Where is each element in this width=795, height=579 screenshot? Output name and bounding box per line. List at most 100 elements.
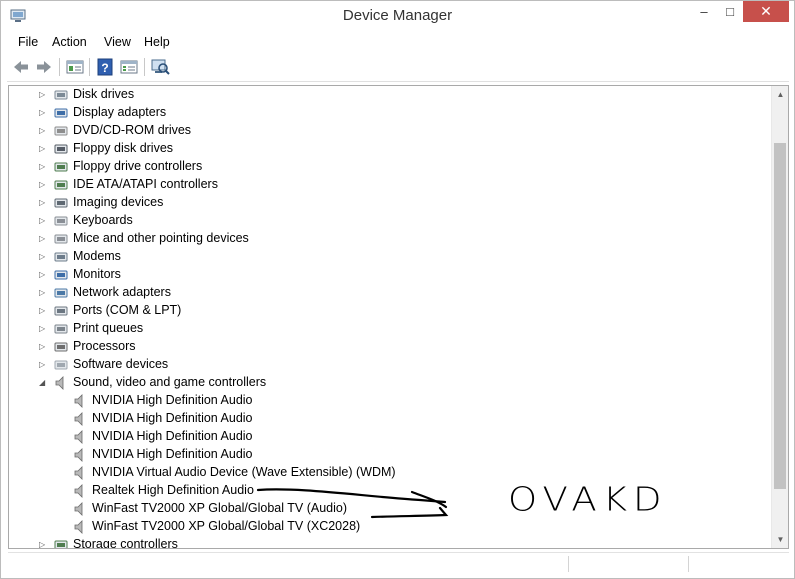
scroll-down-arrow-icon[interactable]: ▼ — [772, 531, 788, 548]
expand-arrow-icon[interactable]: ▷ — [39, 540, 47, 548]
toolbar-separator — [59, 58, 60, 76]
tree-item-label: NVIDIA High Definition Audio — [92, 411, 253, 425]
tree-category-row[interactable]: ▷ Mice and other pointing devices — [9, 230, 769, 248]
tree-item-label: NVIDIA High Definition Audio — [92, 393, 253, 407]
tree-category-row[interactable]: ▷ Network adapters — [9, 284, 769, 302]
tree-category-row[interactable]: ▷ Ports (COM & LPT) — [9, 302, 769, 320]
expand-arrow-icon[interactable]: ▷ — [39, 288, 47, 297]
svg-text:?: ? — [101, 61, 108, 75]
processor-icon — [53, 339, 69, 355]
tree-item-label: WinFast TV2000 XP Global/Global TV (Audi… — [92, 501, 347, 515]
expand-arrow-icon[interactable]: ▷ — [39, 252, 47, 261]
tree-item-label: Floppy drive controllers — [73, 159, 203, 173]
tree-category-row[interactable]: ▷ Disk drives — [9, 86, 769, 104]
menu-action[interactable]: Action — [52, 35, 87, 49]
speaker-icon — [72, 411, 88, 427]
tree-device-row[interactable]: Realtek High Definition Audio — [9, 482, 769, 500]
network-adapter-icon — [53, 285, 69, 301]
minimize-button[interactable]: – — [691, 1, 717, 22]
expand-arrow-icon[interactable]: ▷ — [39, 234, 47, 243]
port-icon — [53, 303, 69, 319]
collapse-arrow-icon[interactable]: ◢ — [39, 378, 47, 387]
expand-arrow-icon[interactable]: ▷ — [39, 126, 47, 135]
tree-item-label: IDE ATA/ATAPI controllers — [73, 177, 218, 191]
scroll-thumb[interactable] — [774, 143, 786, 489]
printer-icon — [53, 321, 69, 337]
tree-item-label: DVD/CD-ROM drives — [73, 123, 192, 137]
menu-view[interactable]: View — [104, 35, 131, 49]
window-title: Device Manager — [342, 7, 453, 24]
tree-category-row[interactable]: ▷ Print queues — [9, 320, 769, 338]
back-icon[interactable] — [11, 57, 31, 77]
console-tree-icon[interactable] — [65, 57, 85, 77]
display-adapter-icon — [53, 105, 69, 121]
tree-category-row[interactable]: ▷ Processors — [9, 338, 769, 356]
properties-icon[interactable] — [119, 57, 139, 77]
vertical-scrollbar[interactable]: ▲ ▼ — [771, 86, 788, 548]
tree-device-row[interactable]: NVIDIA High Definition Audio — [9, 410, 769, 428]
software-device-icon — [53, 357, 69, 373]
menu-help[interactable]: Help — [144, 35, 170, 49]
expand-arrow-icon[interactable]: ▷ — [39, 162, 47, 171]
tree-item-label: Monitors — [73, 267, 121, 281]
tree-item-label: Ports (COM & LPT) — [73, 303, 182, 317]
toolbar-separator — [89, 58, 90, 76]
tree-category-row[interactable]: ▷ Software devices — [9, 356, 769, 374]
expand-arrow-icon[interactable]: ▷ — [39, 216, 47, 225]
storage-controller-icon — [53, 537, 69, 548]
tree-category-row[interactable]: ▷ Floppy drive controllers — [9, 158, 769, 176]
expand-arrow-icon[interactable]: ▷ — [39, 90, 47, 99]
keyboard-icon — [53, 213, 69, 229]
toolbar: ? — [7, 54, 789, 82]
tree-category-row[interactable]: ▷ DVD/CD-ROM drives — [9, 122, 769, 140]
tree-category-row[interactable]: ▷ IDE ATA/ATAPI controllers — [9, 176, 769, 194]
tree-device-row[interactable]: NVIDIA High Definition Audio — [9, 428, 769, 446]
tree-device-row[interactable]: NVIDIA High Definition Audio — [9, 446, 769, 464]
speaker-icon — [72, 501, 88, 517]
scan-hardware-icon[interactable] — [150, 57, 170, 77]
tree-device-row[interactable]: NVIDIA High Definition Audio — [9, 392, 769, 410]
status-cell — [568, 556, 569, 572]
tree-item-label: Disk drives — [73, 87, 135, 101]
monitor-icon — [53, 267, 69, 283]
tree-device-row[interactable]: NVIDIA Virtual Audio Device (Wave Extens… — [9, 464, 769, 482]
expand-arrow-icon[interactable]: ▷ — [39, 360, 47, 369]
toolbar-separator — [144, 58, 145, 76]
title-bar[interactable]: Device Manager – □ ✕ — [1, 1, 794, 32]
dvd-drive-icon — [53, 123, 69, 139]
tree-category-row[interactable]: ▷ Modems — [9, 248, 769, 266]
expand-arrow-icon[interactable]: ▷ — [39, 180, 47, 189]
scroll-up-arrow-icon[interactable]: ▲ — [772, 86, 788, 103]
tree-item-label: WinFast TV2000 XP Global/Global TV (XC20… — [92, 519, 361, 533]
maximize-button[interactable]: □ — [717, 1, 743, 22]
expand-arrow-icon[interactable]: ▷ — [39, 342, 47, 351]
help-icon[interactable]: ? — [95, 57, 115, 77]
forward-icon[interactable] — [34, 57, 54, 77]
speaker-icon — [72, 465, 88, 481]
camera-icon — [53, 195, 69, 211]
tree-item-label: Mice and other pointing devices — [73, 231, 249, 245]
expand-arrow-icon[interactable]: ▷ — [39, 270, 47, 279]
tree-category-row[interactable]: ▷ Imaging devices — [9, 194, 769, 212]
expand-arrow-icon[interactable]: ▷ — [39, 306, 47, 315]
tree-category-row[interactable]: ▷ Display adapters — [9, 104, 769, 122]
tree-category-row[interactable]: ▷ Storage controllers — [9, 536, 769, 549]
tree-category-row[interactable]: ◢ Sound, video and game controllers — [9, 374, 769, 392]
expand-arrow-icon[interactable]: ▷ — [39, 198, 47, 207]
tree-device-row[interactable]: WinFast TV2000 XP Global/Global TV (Audi… — [9, 500, 769, 518]
expand-arrow-icon[interactable]: ▷ — [39, 108, 47, 117]
close-button[interactable]: ✕ — [743, 1, 789, 22]
expand-arrow-icon[interactable]: ▷ — [39, 144, 47, 153]
tree-item-label: Display adapters — [73, 105, 167, 119]
tree-item-label: Storage controllers — [73, 537, 178, 549]
tree-item-label: Sound, video and game controllers — [73, 375, 267, 389]
tree-item-label: Print queues — [73, 321, 144, 335]
tree-category-row[interactable]: ▷ Monitors — [9, 266, 769, 284]
tree-category-row[interactable]: ▷ Floppy disk drives — [9, 140, 769, 158]
tree-category-row[interactable]: ▷ Keyboards — [9, 212, 769, 230]
tree-item-label: NVIDIA High Definition Audio — [92, 447, 253, 461]
tree-device-row[interactable]: WinFast TV2000 XP Global/Global TV (XC20… — [9, 518, 769, 536]
expand-arrow-icon[interactable]: ▷ — [39, 324, 47, 333]
speaker-icon — [72, 393, 88, 409]
menu-file[interactable]: File — [18, 35, 38, 49]
